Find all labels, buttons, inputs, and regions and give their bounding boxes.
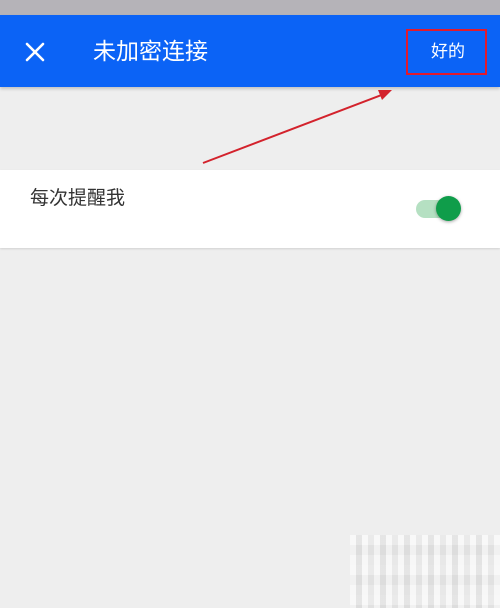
watermark [350,535,500,608]
annotation-arrow [202,90,392,164]
close-button[interactable] [14,31,56,73]
remind-label: 每次提醒我 [30,187,126,209]
toggle-knob [436,196,461,221]
remind-setting-row[interactable]: 每次提醒我 [0,170,500,248]
ok-button[interactable]: 好的 [409,30,487,74]
page-title: 未加密连接 [93,39,208,65]
app-bar: 未加密连接 好的 [0,15,500,87]
close-icon [25,42,45,62]
remind-toggle[interactable] [413,194,463,224]
status-bar [0,0,500,15]
